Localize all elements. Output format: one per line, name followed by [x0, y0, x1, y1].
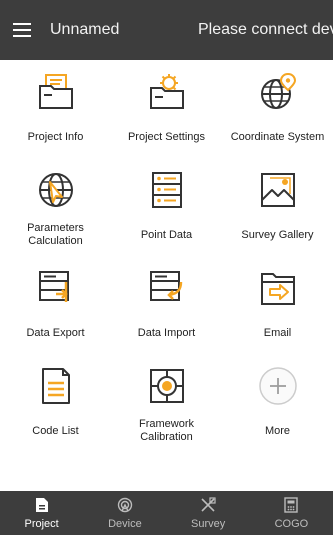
tile-data-export[interactable]: Data Export: [0, 256, 111, 354]
nav-cogo[interactable]: COGO: [250, 491, 333, 535]
tile-coordinate-system[interactable]: Coordinate System: [222, 60, 333, 158]
gallery-image-icon: [256, 168, 300, 212]
nav-survey[interactable]: Survey: [167, 491, 250, 535]
project-title: Unnamed: [50, 21, 120, 38]
globe-cursor-icon: [34, 168, 78, 212]
tile-more[interactable]: More: [222, 354, 333, 452]
nav-device[interactable]: Device: [83, 491, 166, 535]
tile-framework-calibration[interactable]: Framework Calibration: [111, 354, 222, 452]
export-drive-icon: [34, 266, 78, 310]
tile-label: Point Data: [140, 228, 193, 241]
function-grid: Project Info Project Settings Coordinate…: [0, 60, 333, 452]
tile-label: More: [264, 424, 291, 437]
tile-label: Data Export: [26, 326, 85, 339]
nav-label: COGO: [274, 518, 309, 530]
bottom-navigation: Project Device Survey COGO: [0, 491, 333, 535]
folder-gear-icon: [145, 70, 189, 114]
tile-survey-gallery[interactable]: Survey Gallery: [222, 158, 333, 256]
globe-pin-icon: [256, 70, 300, 114]
project-file-icon: [33, 496, 51, 514]
tile-label: Parameters Calculation: [27, 222, 84, 247]
tile-label: Framework Calibration: [138, 418, 194, 443]
tile-label: Project Settings: [127, 130, 206, 143]
plus-circle-icon: [256, 364, 300, 408]
tile-point-data[interactable]: Point Data: [111, 158, 222, 256]
tile-label: Survey Gallery: [241, 228, 314, 241]
tile-label: Project Info: [27, 130, 84, 143]
tile-parameters-calculation[interactable]: Parameters Calculation: [0, 158, 111, 256]
device-antenna-icon: [116, 496, 134, 514]
server-list-icon: [145, 168, 189, 212]
tile-label: Email: [263, 326, 292, 339]
tile-code-list[interactable]: Code List: [0, 354, 111, 452]
nav-label: Project: [24, 518, 59, 530]
tile-project-info[interactable]: Project Info: [0, 60, 111, 158]
connection-status[interactable]: Please connect device: [198, 0, 333, 60]
nav-label: Device: [108, 518, 142, 530]
tile-label: Coordinate System: [230, 130, 325, 143]
target-calibration-icon: [145, 364, 189, 408]
tile-label: Code List: [32, 424, 79, 437]
top-app-bar: Unnamed Please connect device: [0, 0, 333, 60]
tile-email[interactable]: Email: [222, 256, 333, 354]
nav-project[interactable]: Project: [0, 491, 83, 535]
calculator-icon: [282, 496, 300, 514]
tile-label: Data Import: [137, 326, 196, 339]
survey-tools-icon: [199, 496, 217, 514]
document-list-icon: [34, 364, 78, 408]
import-drive-icon: [145, 266, 189, 310]
tile-data-import[interactable]: Data Import: [111, 256, 222, 354]
folder-send-icon: [256, 266, 300, 310]
hamburger-menu-icon[interactable]: [10, 18, 34, 42]
tile-project-settings[interactable]: Project Settings: [111, 60, 222, 158]
nav-label: Survey: [191, 518, 226, 530]
folder-document-icon: [34, 70, 78, 114]
